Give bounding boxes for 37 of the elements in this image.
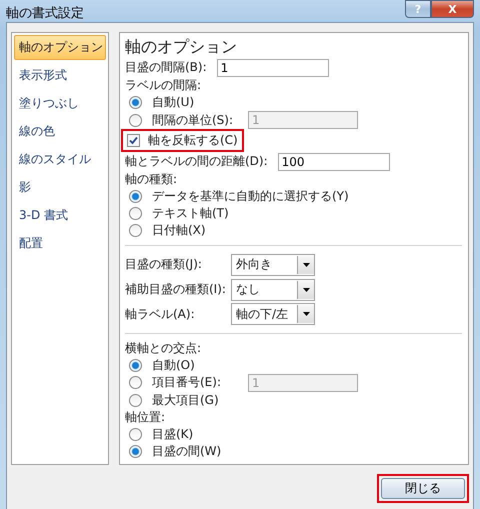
dropdown[interactable]: 外向き (231, 254, 315, 276)
radio-label: 自動(U) (152, 94, 194, 112)
radio-label: 自動(O) (152, 356, 195, 374)
input-field[interactable]: 1 (216, 58, 329, 76)
radio-label: 目盛の間(W) (152, 442, 222, 460)
radio-label: 項目番号(E): (152, 374, 222, 392)
radio-label: 日付軸(X) (152, 222, 206, 240)
category-item[interactable]: 3-D 書式 (14, 203, 106, 228)
section-heading: 軸のオプション (125, 37, 238, 58)
radio-label: 最大項目(G) (152, 392, 219, 409)
category-item[interactable]: 影 (14, 175, 106, 200)
dropdown[interactable]: なし (231, 278, 315, 301)
category-item[interactable]: 塗りつぶし (14, 91, 106, 116)
category-item[interactable]: 配置 (14, 231, 106, 256)
close-button[interactable]: X (431, 0, 474, 18)
dropdown[interactable]: 軸の下/左 (231, 303, 315, 326)
dropdown-label: 軸ラベル(A): (125, 306, 196, 323)
checkbox-label: 軸を反転する(C) (148, 132, 238, 150)
close-dialog-button[interactable]: 閉じる (381, 478, 465, 499)
field-label: 軸とラベルの間の距離(D): (125, 153, 268, 170)
radio-label: 間隔の単位(S): (152, 112, 234, 129)
category-item[interactable]: 表示形式 (14, 63, 106, 88)
radio-label: データを基準に自動的に選択する(Y) (152, 188, 349, 206)
radio-label: テキスト軸(T) (152, 205, 229, 222)
field-label: 目盛の間隔(B): (125, 59, 207, 76)
category-item[interactable]: 軸のオプション (14, 35, 106, 60)
group-label: 軸の種類: (125, 171, 178, 188)
radio-label: 目盛(K) (152, 426, 194, 443)
group-label: 横軸との交点: (125, 340, 202, 357)
window-title: 軸の書式設定 (6, 5, 84, 22)
category-item[interactable]: 線の色 (14, 119, 106, 144)
category-item[interactable]: 線のスタイル (14, 147, 106, 172)
group-label: 軸位置: (125, 408, 166, 426)
input-field[interactable]: 100 (278, 152, 390, 171)
group-label: ラベルの間隔: (125, 77, 202, 94)
dropdown-label: 目盛の種類(J): (125, 256, 203, 274)
dropdown-label: 補助目盛の種類(I): (125, 281, 227, 298)
